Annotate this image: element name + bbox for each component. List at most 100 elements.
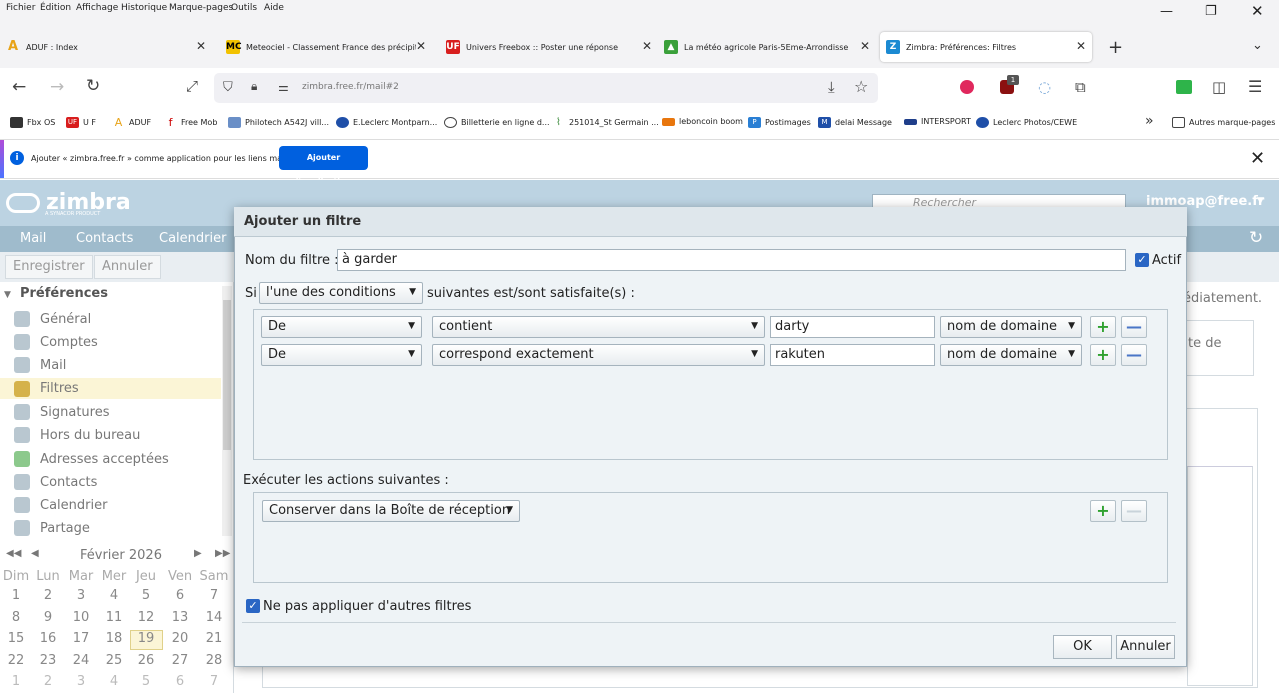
tab-univers-freebox[interactable]: UF Univers Freebox :: Poster une réponse… (446, 32, 658, 62)
calendar-day[interactable]: 17 (66, 631, 96, 646)
calendar-month[interactable]: Février 2026 (80, 548, 162, 563)
sync-icon[interactable] (1176, 80, 1192, 94)
calendar-day[interactable]: 28 (199, 653, 229, 668)
add-condition-button[interactable]: + (1090, 316, 1116, 338)
condition-part-select[interactable]: nom de domaine ▼ (940, 344, 1082, 366)
pref-item-mail[interactable]: Mail (14, 357, 66, 373)
bookmark-free-mob[interactable]: f Free Mob (164, 117, 218, 128)
calendar-day[interactable]: 22 (1, 653, 31, 668)
calendar-day[interactable]: 2 (33, 588, 63, 603)
pref-item-signatures[interactable]: Signatures (14, 404, 110, 420)
calendar-day[interactable]: 14 (199, 610, 229, 625)
download-page-icon[interactable]: ⤓ (828, 78, 835, 96)
calendar-day[interactable]: 8 (1, 610, 31, 625)
condition-field-select[interactable]: De ▼ (261, 316, 422, 338)
condition-operator-select[interactable]: correspond exactement ▼ (432, 344, 765, 366)
tab-aduf[interactable]: A ADUF : Index ✕ (6, 32, 212, 62)
calendar-day[interactable]: 7 (199, 588, 229, 603)
calendar-day-today[interactable]: 19 (131, 631, 161, 646)
bookmark-philotech[interactable]: Philotech A542J vill... (228, 117, 329, 128)
condition-value-input[interactable]: darty (770, 316, 935, 338)
pref-item-adresses-acceptees[interactable]: Adresses acceptées (14, 451, 169, 467)
pref-item-hors-du-bureau[interactable]: Hors du bureau (14, 427, 140, 443)
calendar-day[interactable]: 10 (66, 610, 96, 625)
calendar-day[interactable]: 6 (165, 674, 195, 689)
condition-part-select[interactable]: nom de domaine ▼ (940, 316, 1082, 338)
menu-historique[interactable]: Historique (121, 3, 167, 13)
stop-filters-checkbox[interactable]: ✓ (246, 599, 260, 613)
condition-mode-select[interactable]: l'une des conditions ▼ (259, 282, 423, 304)
bookmark-postimages[interactable]: P Postimages (748, 117, 811, 128)
pref-item-contacts[interactable]: Contacts (14, 474, 97, 490)
menu-fichier[interactable]: Fichier (6, 3, 35, 13)
bookmark-delai-message[interactable]: Mdelai Message (818, 117, 892, 128)
remove-action-button[interactable]: — (1121, 500, 1147, 522)
calendar-day[interactable]: 18 (99, 631, 129, 646)
scrollbar-thumb[interactable] (223, 300, 231, 450)
calendar-day[interactable]: 3 (66, 674, 96, 689)
calendar-day[interactable]: 5 (131, 674, 161, 689)
calendar-day[interactable]: 20 (165, 631, 195, 646)
bookmark-aduf[interactable]: A ADUF (112, 117, 151, 128)
calendar-day[interactable]: 16 (33, 631, 63, 646)
close-tab-icon[interactable]: ✕ (860, 39, 870, 53)
next-year-icon[interactable]: ▶▶ (215, 548, 230, 559)
close-tab-icon[interactable]: ✕ (642, 39, 652, 53)
shield-icon[interactable]: ⛉ (223, 80, 233, 95)
bookmark-leclerc-photos[interactable]: Leclerc Photos/CEWE (976, 117, 1077, 128)
calendar-day[interactable]: 4 (99, 588, 129, 603)
save-button[interactable]: Enregistrer (5, 255, 93, 279)
remove-condition-button[interactable]: — (1121, 344, 1147, 366)
tab-meteo-agricole[interactable]: ▲ La météo agricole Paris-5Eme-Arrondiss… (664, 32, 876, 62)
condition-operator-select[interactable]: contient ▼ (432, 316, 765, 338)
remove-condition-button[interactable]: — (1121, 316, 1147, 338)
calendar-day[interactable]: 4 (99, 674, 129, 689)
add-action-button[interactable]: + (1090, 500, 1116, 522)
back-icon[interactable]: ← (12, 77, 26, 97)
close-notification-icon[interactable]: ✕ (1250, 148, 1265, 169)
app-tab-mail[interactable]: Mail (20, 231, 46, 246)
dialog-cancel-button[interactable]: Annuler (1116, 635, 1175, 659)
menu-edition[interactable]: Édition (40, 3, 71, 13)
permissions-icon[interactable]: ⚌ (278, 80, 289, 94)
filter-name-input[interactable]: à garder (337, 249, 1126, 271)
refresh-icon[interactable]: ↻ (1249, 228, 1263, 248)
list-tabs-icon[interactable]: ⌄ (1252, 38, 1263, 53)
add-condition-button[interactable]: + (1090, 344, 1116, 366)
reload-icon[interactable]: ↻ (86, 76, 100, 96)
dialog-title-bar[interactable]: Ajouter un filtre (234, 207, 1187, 237)
user-menu-arrow-icon[interactable]: ▼ (1257, 196, 1264, 206)
close-tab-icon[interactable]: ✕ (1076, 39, 1086, 53)
expand-icon[interactable]: ⤢ (186, 77, 198, 95)
tab-meteociel[interactable]: MC Meteociel - Classement France des pré… (226, 32, 432, 62)
bookmark-other[interactable]: Autres marque-pages (1172, 117, 1275, 128)
calendar-day[interactable]: 5 (131, 588, 161, 603)
ok-button[interactable]: OK (1053, 635, 1112, 659)
condition-value-input[interactable]: rakuten (770, 344, 935, 366)
cancel-button[interactable]: Annuler (94, 255, 161, 279)
preferences-header[interactable]: ▼ Préférences (4, 286, 108, 301)
pref-item-general[interactable]: Général (14, 311, 91, 327)
close-tab-icon[interactable]: ✕ (416, 39, 426, 53)
bookmark-leclerc[interactable]: E.Leclerc Montparn... (336, 117, 437, 128)
app-tab-contacts[interactable]: Contacts (76, 231, 133, 246)
tab-zimbra[interactable]: Z Zimbra: Préférences: Filtres ✕ (880, 32, 1092, 62)
pref-item-comptes[interactable]: Comptes (14, 334, 98, 350)
menu-aide[interactable]: Aide (264, 3, 284, 13)
sidebar-icon[interactable]: ◫ (1212, 78, 1226, 96)
close-tab-icon[interactable]: ✕ (196, 39, 206, 53)
bookmark-star-icon[interactable]: ☆ (854, 77, 868, 96)
calendar-day[interactable]: 7 (199, 674, 229, 689)
pref-item-partage[interactable]: Partage (14, 520, 90, 536)
calendar-day[interactable]: 12 (131, 610, 161, 625)
pref-item-filtres[interactable]: Filtres (0, 378, 221, 399)
calendar-day[interactable]: 9 (33, 610, 63, 625)
menu-outils[interactable]: Outils (231, 3, 257, 13)
hamburger-menu-icon[interactable]: ☰ (1248, 77, 1262, 96)
app-tab-calendrier[interactable]: Calendrier (159, 231, 226, 246)
calendar-day[interactable]: 6 (165, 588, 195, 603)
calendar-day[interactable]: 23 (33, 653, 63, 668)
pocket-icon[interactable] (960, 80, 974, 94)
calendar-day[interactable]: 11 (99, 610, 129, 625)
calendar-day[interactable]: 1 (1, 674, 31, 689)
